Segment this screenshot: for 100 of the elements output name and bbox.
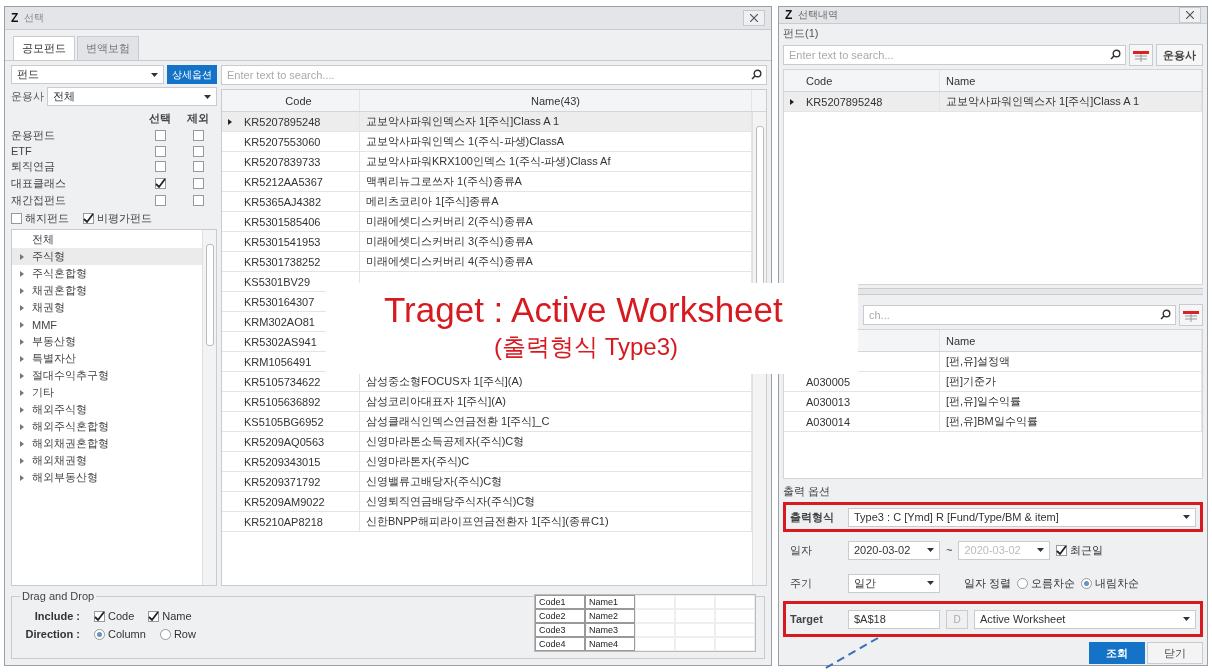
- start-date-field[interactable]: 2020-03-02: [848, 540, 940, 560]
- checkbox[interactable]: [192, 145, 204, 157]
- expand-arrow-icon[interactable]: [20, 321, 24, 328]
- table-row[interactable]: KR5301738252 미래에셋디스커버리 4(주식)종류A: [222, 252, 752, 272]
- column-header[interactable]: Name(43): [360, 90, 752, 111]
- table-row[interactable]: KR5209AQ0563 신영마라톤소득공제자(주식)C형: [222, 432, 752, 452]
- checkbox[interactable]: [148, 610, 160, 622]
- expand-arrow-icon[interactable]: [20, 406, 24, 413]
- scrollbar[interactable]: [202, 230, 216, 585]
- category-item[interactable]: 주식형: [12, 248, 202, 265]
- category-item[interactable]: 주식혼합형: [12, 265, 202, 282]
- expand-arrow-icon[interactable]: [20, 372, 24, 379]
- expand-arrow-icon[interactable]: [20, 304, 24, 311]
- search-icon[interactable]: [751, 69, 762, 80]
- table-row[interactable]: KR5105636892 삼성코리아대표자 1[주식](A): [222, 392, 752, 412]
- column-header[interactable]: Name: [940, 330, 1202, 351]
- category-item[interactable]: 기타: [12, 384, 202, 401]
- category-item[interactable]: 해외주식형: [12, 401, 202, 418]
- format-label: 출력형식: [790, 509, 835, 525]
- checkbox[interactable]: [192, 178, 204, 189]
- checkbox[interactable]: [1056, 544, 1068, 556]
- close-button[interactable]: [1179, 7, 1201, 23]
- table-row[interactable]: KR5207895248 교보악사파워인덱스자 1[주식]Class A 1: [222, 112, 752, 132]
- close-icon[interactable]: [750, 14, 758, 22]
- table-row[interactable]: KR5209AM9022 신영퇴직연금배당주식자(주식)C형: [222, 492, 752, 512]
- expand-arrow-icon[interactable]: [20, 355, 24, 362]
- category-item[interactable]: 절대수익추구형: [12, 367, 202, 384]
- fund-type-dropdown[interactable]: 펀드: [11, 65, 164, 84]
- target-cell-field[interactable]: $A$18: [848, 609, 940, 629]
- table-row[interactable]: KS5105BG6952 삼성클래식인덱스연금전환 1[주식]_C: [222, 412, 752, 432]
- checkbox[interactable]: [154, 178, 166, 189]
- checkbox[interactable]: [94, 610, 105, 622]
- radio-button[interactable]: [1017, 577, 1029, 589]
- checkbox[interactable]: [192, 195, 204, 206]
- detail-options-button[interactable]: 상세옵션: [167, 65, 217, 84]
- search-icon[interactable]: [1160, 309, 1171, 320]
- tab[interactable]: 변액보험: [77, 36, 139, 60]
- category-item[interactable]: 해외채권혼합형: [12, 435, 202, 452]
- checkbox[interactable]: [154, 195, 166, 206]
- expand-arrow-icon[interactable]: [20, 389, 24, 396]
- expand-arrow-icon[interactable]: [20, 423, 24, 430]
- column-header[interactable]: Name: [940, 70, 1202, 91]
- table-row[interactable]: KR5207553060 교보악사파워인덱스 1(주식-파생)ClassA: [222, 132, 752, 152]
- checkbox[interactable]: [154, 161, 166, 172]
- table-row[interactable]: A030014 [펀,유]BM일수익률: [784, 412, 1202, 432]
- category-item[interactable]: 해외부동산형: [12, 469, 202, 486]
- action-button[interactable]: 조회: [1089, 642, 1145, 664]
- radio-button[interactable]: [94, 628, 105, 640]
- preview-cell: Code2: [535, 609, 585, 623]
- radio-button[interactable]: [159, 628, 171, 640]
- category-item[interactable]: 전체: [12, 231, 202, 248]
- checkbox[interactable]: [154, 130, 166, 141]
- column-header[interactable]: Code: [800, 70, 940, 91]
- category-item[interactable]: 채권혼합형: [12, 282, 202, 299]
- target-dropdown[interactable]: Active Worksheet: [974, 609, 1196, 629]
- table-row[interactable]: KR5210AP8218 신한BNPP해피라이프연금전환자 1[주식](종류C1): [222, 512, 752, 532]
- checkbox[interactable]: [11, 213, 22, 224]
- search-field[interactable]: Enter text to search....: [221, 65, 767, 85]
- category-item[interactable]: 부동산형: [12, 333, 202, 350]
- manager-button[interactable]: 운용사: [1156, 44, 1203, 66]
- category-item[interactable]: 특별자산: [12, 350, 202, 367]
- search-field[interactable]: Enter text to search...: [783, 45, 1126, 65]
- table-row[interactable]: KR5365AJ4382 메리츠코리아 1[주식]종류A: [222, 192, 752, 212]
- table-row[interactable]: KR5212AA5367 맥쿼리뉴그로쓰자 1(주식)종류A: [222, 172, 752, 192]
- expand-arrow-icon[interactable]: [20, 253, 24, 260]
- expand-arrow-icon[interactable]: [20, 338, 24, 345]
- table-row[interactable]: KR5301585406 미래에셋디스커버리 2(주식)종류A: [222, 212, 752, 232]
- table-row[interactable]: A030013 [펀,유]일수익률: [784, 392, 1202, 412]
- category-item[interactable]: 채권형: [12, 299, 202, 316]
- manager-label: 운용사: [11, 89, 44, 104]
- table-row[interactable]: KR5209371792 신영밸류고배당자(주식)C형: [222, 472, 752, 492]
- expand-arrow-icon[interactable]: [20, 457, 24, 464]
- close-icon[interactable]: [1186, 11, 1194, 19]
- column-header[interactable]: Code: [238, 90, 360, 111]
- checkbox[interactable]: [154, 145, 166, 157]
- format-dropdown[interactable]: Type3 : C [Ymd] R [Fund/Type/BM & item]: [848, 507, 1196, 527]
- action-button[interactable]: 닫기: [1147, 642, 1203, 664]
- table-cell: KR5209AM9022: [238, 492, 360, 511]
- search-icon[interactable]: [1110, 49, 1121, 60]
- category-item[interactable]: MMF: [12, 316, 202, 333]
- table-row[interactable]: KR5207895248 교보악사파워인덱스자 1[주식]Class A 1: [784, 92, 1202, 112]
- expand-arrow-icon[interactable]: [20, 287, 24, 294]
- search-field[interactable]: ch...: [863, 305, 1176, 325]
- radio-button[interactable]: [1081, 577, 1093, 589]
- category-item[interactable]: 해외채권형: [12, 452, 202, 469]
- manager-dropdown[interactable]: 전체: [47, 87, 217, 106]
- table-row[interactable]: KR5207839733 교보악사파워KRX100인덱스 1(주식-파생)Class Af: [222, 152, 752, 172]
- checkbox[interactable]: [83, 213, 94, 224]
- tab[interactable]: 공모펀드: [13, 36, 75, 60]
- checkbox[interactable]: [192, 161, 204, 172]
- expand-arrow-icon[interactable]: [20, 270, 24, 277]
- caret-icon: [927, 581, 934, 585]
- checkbox[interactable]: [192, 130, 204, 141]
- category-item[interactable]: 해외주식혼합형: [12, 418, 202, 435]
- table-row[interactable]: KR5301541953 미래에셋디스커버리 3(주식)종류A: [222, 232, 752, 252]
- expand-arrow-icon[interactable]: [20, 474, 24, 481]
- table-row[interactable]: KR5209343015 신영마라톤자(주식)C: [222, 452, 752, 472]
- close-button[interactable]: [743, 10, 765, 26]
- expand-arrow-icon[interactable]: [20, 440, 24, 447]
- period-dropdown[interactable]: 일간: [848, 573, 940, 593]
